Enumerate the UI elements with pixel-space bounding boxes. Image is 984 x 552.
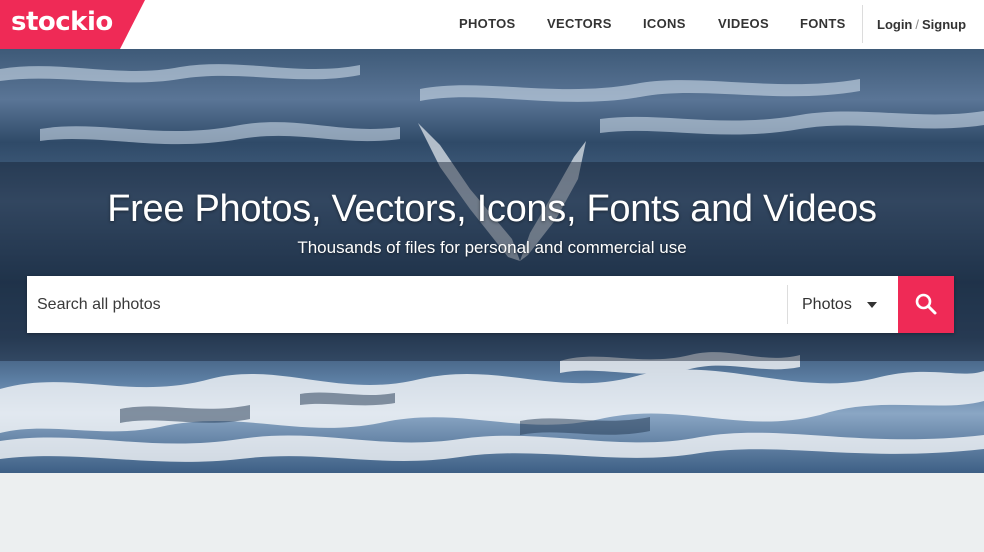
search-bar: Photos xyxy=(27,276,954,333)
nav-icons[interactable]: ICONS xyxy=(643,16,686,31)
nav-photos[interactable]: PHOTOS xyxy=(459,16,515,31)
hero-banner xyxy=(0,49,984,473)
nav-vectors[interactable]: VECTORS xyxy=(547,16,612,31)
hero-subtitle: Thousands of files for personal and comm… xyxy=(297,238,687,257)
search-type-label: Photos xyxy=(802,296,852,313)
nav-videos[interactable]: VIDEOS xyxy=(718,16,769,31)
search-type-dropdown[interactable]: Photos xyxy=(787,285,899,324)
caret-down-icon xyxy=(867,302,877,308)
search-input[interactable] xyxy=(27,276,787,333)
auth-links: Login / Signup xyxy=(877,17,966,32)
main-nav: PHOTOS VECTORS ICONS VIDEOS FONTS Login /… xyxy=(0,0,984,49)
nav-fonts[interactable]: FONTS xyxy=(800,16,846,31)
nav-divider xyxy=(862,5,863,43)
site-header: stockio PHOTOS VECTORS ICONS VIDEOS FONT… xyxy=(0,0,984,49)
hero-title: Free Photos, Vectors, Icons, Fonts and V… xyxy=(107,188,877,230)
login-link[interactable]: Login xyxy=(877,17,912,32)
search-button[interactable] xyxy=(898,276,954,333)
auth-separator: / xyxy=(915,17,920,32)
signup-link[interactable]: Signup xyxy=(922,17,966,32)
search-icon xyxy=(915,293,937,315)
